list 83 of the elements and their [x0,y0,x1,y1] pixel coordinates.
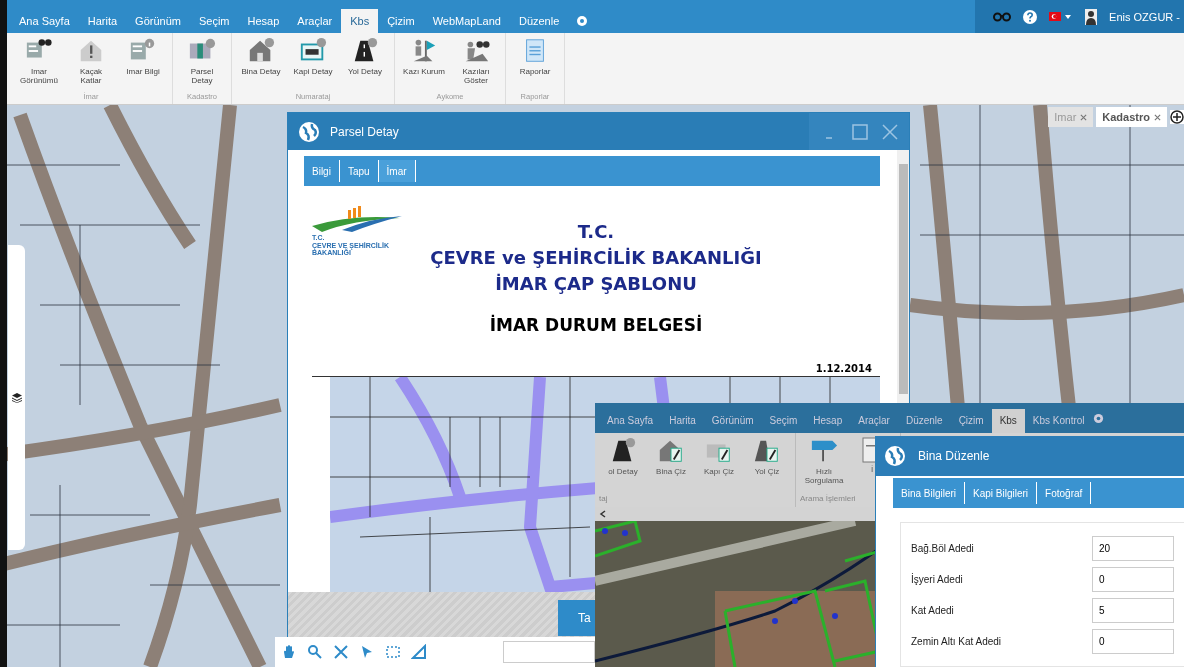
settings-icon[interactable] [576,15,589,27]
menu-tab[interactable]: Ana Sayfa [10,9,79,33]
flag-dropdown-icon[interactable] [1049,11,1074,22]
field-label: Kat Adedi [911,604,954,616]
ribbon-button[interactable]: Raporlar [509,37,561,92]
measure-icon[interactable] [333,644,349,660]
menu-tab[interactable]: Seçim [189,9,239,33]
glasses-icon[interactable] [993,11,1012,22]
document-heading: T.C. [577,220,615,244]
menu-tab[interactable]: Hesap [238,9,289,33]
ribbon-button[interactable]: Kapı Çiz [695,437,743,494]
menu-tab[interactable]: Ana Sayfa [599,409,662,433]
zoom-icon[interactable] [307,644,323,660]
ribbon-button[interactable]: Kazı Kurum [398,37,450,92]
ribbon-button[interactable]: Kapi Detay [287,37,339,92]
tab[interactable]: Fotoğraf [1037,482,1092,504]
select-icon[interactable] [385,644,401,660]
menu-tab[interactable]: Görünüm [703,409,762,433]
menu-tab[interactable]: Kbs [991,409,1025,433]
ribbon-button[interactable]: Bina Çiz [647,437,695,494]
field-label: Zemin Altı Kat Adedi [911,635,1002,647]
menu-tab[interactable]: Harita [78,9,127,33]
menu-tab[interactable]: Araçlar [288,9,342,33]
tab[interactable]: Tapu [339,160,379,182]
ribbon-button[interactable]: Kazıları Göster [450,37,502,92]
hand-icon[interactable] [281,644,297,660]
ribbon-button[interactable]: Imar Görünümü [13,37,65,92]
menu-tab[interactable]: Kbs Kontrol [1024,409,1093,433]
triangle-icon[interactable] [411,644,427,660]
ministry-logo-icon [312,206,402,234]
add-icon[interactable] [1170,110,1184,124]
tab[interactable]: Kapi Bilgileri [965,482,1038,504]
user-name[interactable]: Enis OZGUR - [1109,10,1180,23]
close-icon[interactable] [1080,113,1088,121]
tab[interactable]: Bilgi [304,160,340,182]
close-icon[interactable] [1154,113,1161,121]
ribbon-button[interactable]: Imar Bilgi [117,37,169,92]
tab[interactable]: Bina Bilgileri [893,482,966,504]
field-label: Bağ.Böl Adedi [911,542,974,554]
input-field[interactable]: 0 [1092,566,1174,592]
input-field[interactable]: 0 [1092,628,1174,654]
menu-tab[interactable]: Çizim [950,409,992,433]
document-date: 1.12.2014 [815,363,872,374]
menu-tab[interactable]: Düzenle [897,409,951,433]
menu-tab[interactable]: Araçlar [850,409,898,433]
ribbon-button[interactable]: Parsel Detay [176,37,228,92]
menu-tab[interactable]: Seçim [761,409,806,433]
footer-button[interactable]: Ta [558,600,596,636]
menu-tab[interactable]: Hesap [805,409,851,433]
ribbon-button[interactable]: ol Detay [599,437,647,494]
chevron-left-icon[interactable] [599,510,607,518]
field-label: İşyeri Adedi [911,573,963,585]
menu-tab[interactable]: Kbs [341,9,379,33]
document-title: İMAR DURUM BELGESİ [489,315,703,335]
menu-tab[interactable]: Görünüm [126,9,190,33]
group-label: taj [599,494,609,505]
map-tab[interactable]: Kadastro [1096,107,1167,127]
close-icon[interactable] [881,122,899,141]
window-title: Parsel Detay [330,124,399,139]
layers-icon[interactable] [11,392,22,403]
tab[interactable]: İmar [378,160,416,182]
document-heading: İMAR ÇAP ŞABLONU [495,272,697,296]
menu-tab[interactable]: WebMapLand [423,9,510,33]
menu-tab[interactable]: Harita [661,409,704,433]
document-heading: ÇEVRE ve ŞEHİRCİLİK BAKANLIĞI [430,246,762,270]
input-field[interactable]: 5 [1092,597,1174,623]
menu-tab[interactable]: Çizim [378,9,424,33]
globe-icon [884,445,906,467]
input-field[interactable] [503,641,595,663]
ribbon-button[interactable]: Kaçak Katlar [65,37,117,92]
ribbon-button[interactable]: Hızlı Sorgulama [800,437,848,494]
input-field[interactable]: 20 [1092,535,1174,561]
user-icon [1085,8,1098,25]
group-label: Arama İşlemleri [800,494,857,505]
globe-icon [298,120,320,143]
map-tab[interactable]: Imar [1048,107,1094,127]
ribbon-button[interactable]: Bina Detay [235,37,287,92]
ribbon-button[interactable]: Yol Detay [339,37,391,92]
settings-icon[interactable] [1092,412,1104,424]
ribbon-button[interactable]: Yol Çiz [743,437,791,494]
window-title: Bina Düzenle [918,449,990,463]
menu-tab[interactable]: Düzenle [509,9,569,33]
help-icon[interactable] [1023,9,1038,24]
